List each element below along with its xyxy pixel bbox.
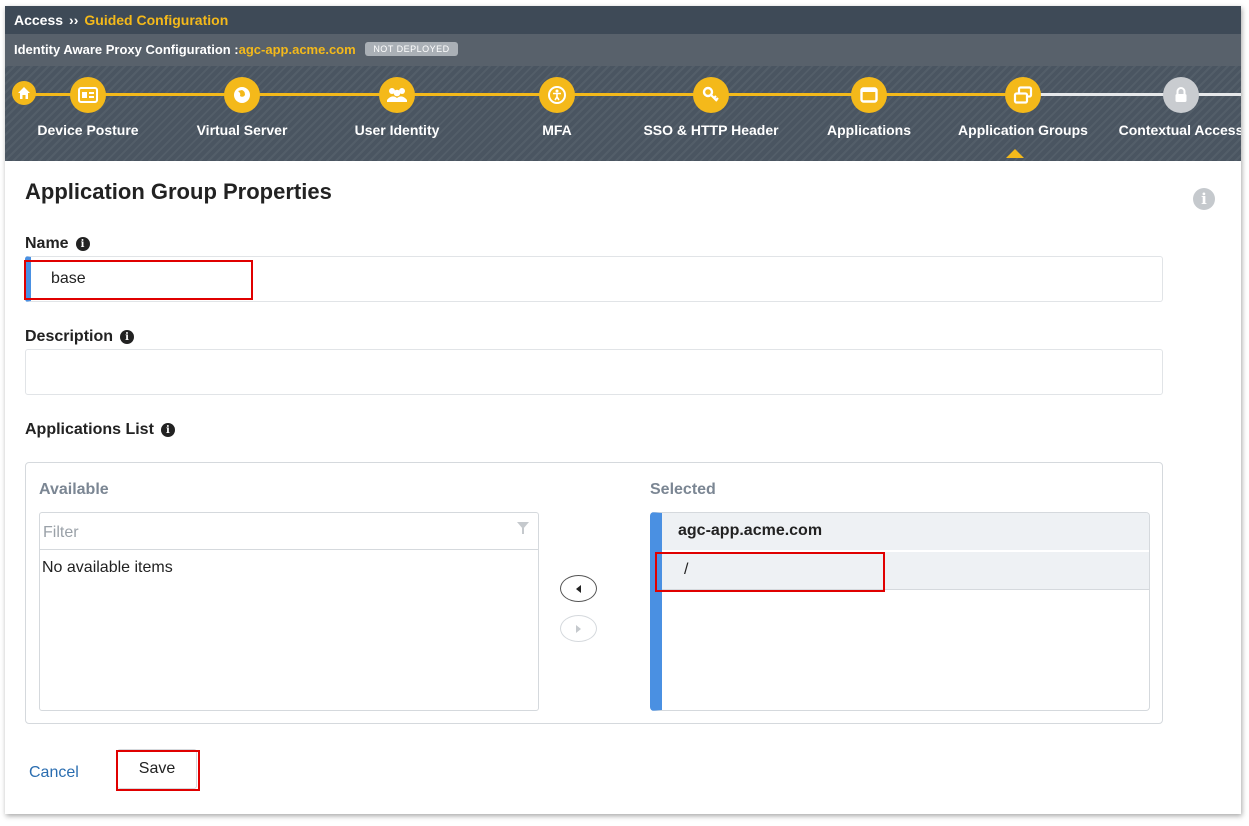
step-device-posture[interactable]: Device Posture xyxy=(13,77,163,138)
config-title: Identity Aware Proxy Configuration : xyxy=(14,42,239,57)
move-right-button[interactable] xyxy=(560,615,597,642)
app-window: Access ›› Guided Configuration Identity Aw… xyxy=(5,6,1241,814)
filter-placeholder: Filter xyxy=(43,524,79,541)
step-user-identity[interactable]: User Identity xyxy=(322,77,472,138)
selected-list-item[interactable]: / xyxy=(662,552,1149,590)
step-label: Device Posture xyxy=(37,122,139,138)
breadcrumb: Access ›› Guided Configuration xyxy=(5,6,1241,34)
step-sso-http-header[interactable]: SSO & HTTP Header xyxy=(636,77,786,138)
step-applications[interactable]: Applications xyxy=(794,77,944,138)
key-icon xyxy=(693,77,729,113)
step-application-groups[interactable]: Application Groups xyxy=(948,77,1098,138)
info-icon[interactable]: i xyxy=(75,237,90,251)
wizard-steps: Device Posture Virtual Server User Ident… xyxy=(5,66,1241,161)
description-label-text: Description xyxy=(25,328,114,345)
selected-list: agc-app.acme.com / xyxy=(650,512,1150,711)
chevron-right-icon xyxy=(576,624,581,633)
step-label: MFA xyxy=(542,122,572,138)
users-icon xyxy=(379,77,415,113)
applications-list-label: Applications List i xyxy=(25,421,175,439)
info-icon[interactable]: i xyxy=(120,330,135,344)
applications-list-label-text: Applications List xyxy=(25,421,154,438)
chevron-left-icon xyxy=(576,584,581,593)
move-left-button[interactable] xyxy=(560,575,597,602)
step-label: Applications xyxy=(826,122,911,138)
step-label: User Identity xyxy=(354,122,440,138)
step-mfa[interactable]: MFA xyxy=(482,77,632,138)
config-title-bar: Identity Aware Proxy Configuration :agc-… xyxy=(5,34,1241,66)
accessibility-icon xyxy=(539,77,575,113)
breadcrumb-access[interactable]: Access xyxy=(14,12,63,28)
step-label: SSO & HTTP Header xyxy=(643,122,779,138)
windows-group-icon xyxy=(1005,77,1041,113)
info-icon[interactable]: i xyxy=(160,423,175,437)
selected-group-header[interactable]: agc-app.acme.com xyxy=(662,513,1149,550)
selected-title: Selected xyxy=(650,481,716,498)
page-title: Application Group Properties xyxy=(25,179,332,204)
config-host: agc-app.acme.com xyxy=(238,42,356,57)
window-icon xyxy=(851,77,887,113)
empty-list-text: No available items xyxy=(42,559,173,576)
save-button[interactable]: Save xyxy=(117,749,197,789)
breadcrumb-separator: ›› xyxy=(69,12,79,28)
name-label: Name i xyxy=(25,235,90,253)
status-badge: NOT DEPLOYED xyxy=(365,42,458,56)
lock-icon xyxy=(1163,77,1199,113)
step-virtual-server[interactable]: Virtual Server xyxy=(167,77,317,138)
filter-icon xyxy=(517,522,529,534)
id-card-icon xyxy=(70,77,106,113)
help-info-icon[interactable]: i xyxy=(1193,188,1215,210)
step-label: Application Groups xyxy=(958,122,1088,138)
current-step-caret xyxy=(1006,149,1024,158)
step-label: Virtual Server xyxy=(196,122,288,138)
step-label: Contextual Access xyxy=(1118,122,1241,138)
name-field[interactable]: base xyxy=(25,256,1163,302)
available-title: Available xyxy=(39,481,109,498)
cancel-button[interactable]: Cancel xyxy=(29,764,79,782)
filter-input[interactable]: Filter xyxy=(40,513,538,550)
breadcrumb-guided-configuration[interactable]: Guided Configuration xyxy=(84,12,228,28)
name-label-text: Name xyxy=(25,235,69,252)
description-field[interactable] xyxy=(25,349,1163,395)
step-contextual-access[interactable]: Contextual Access xyxy=(1106,77,1241,138)
available-list: Filter No available items xyxy=(39,512,539,711)
globe-icon xyxy=(224,77,260,113)
description-label: Description i xyxy=(25,328,135,346)
